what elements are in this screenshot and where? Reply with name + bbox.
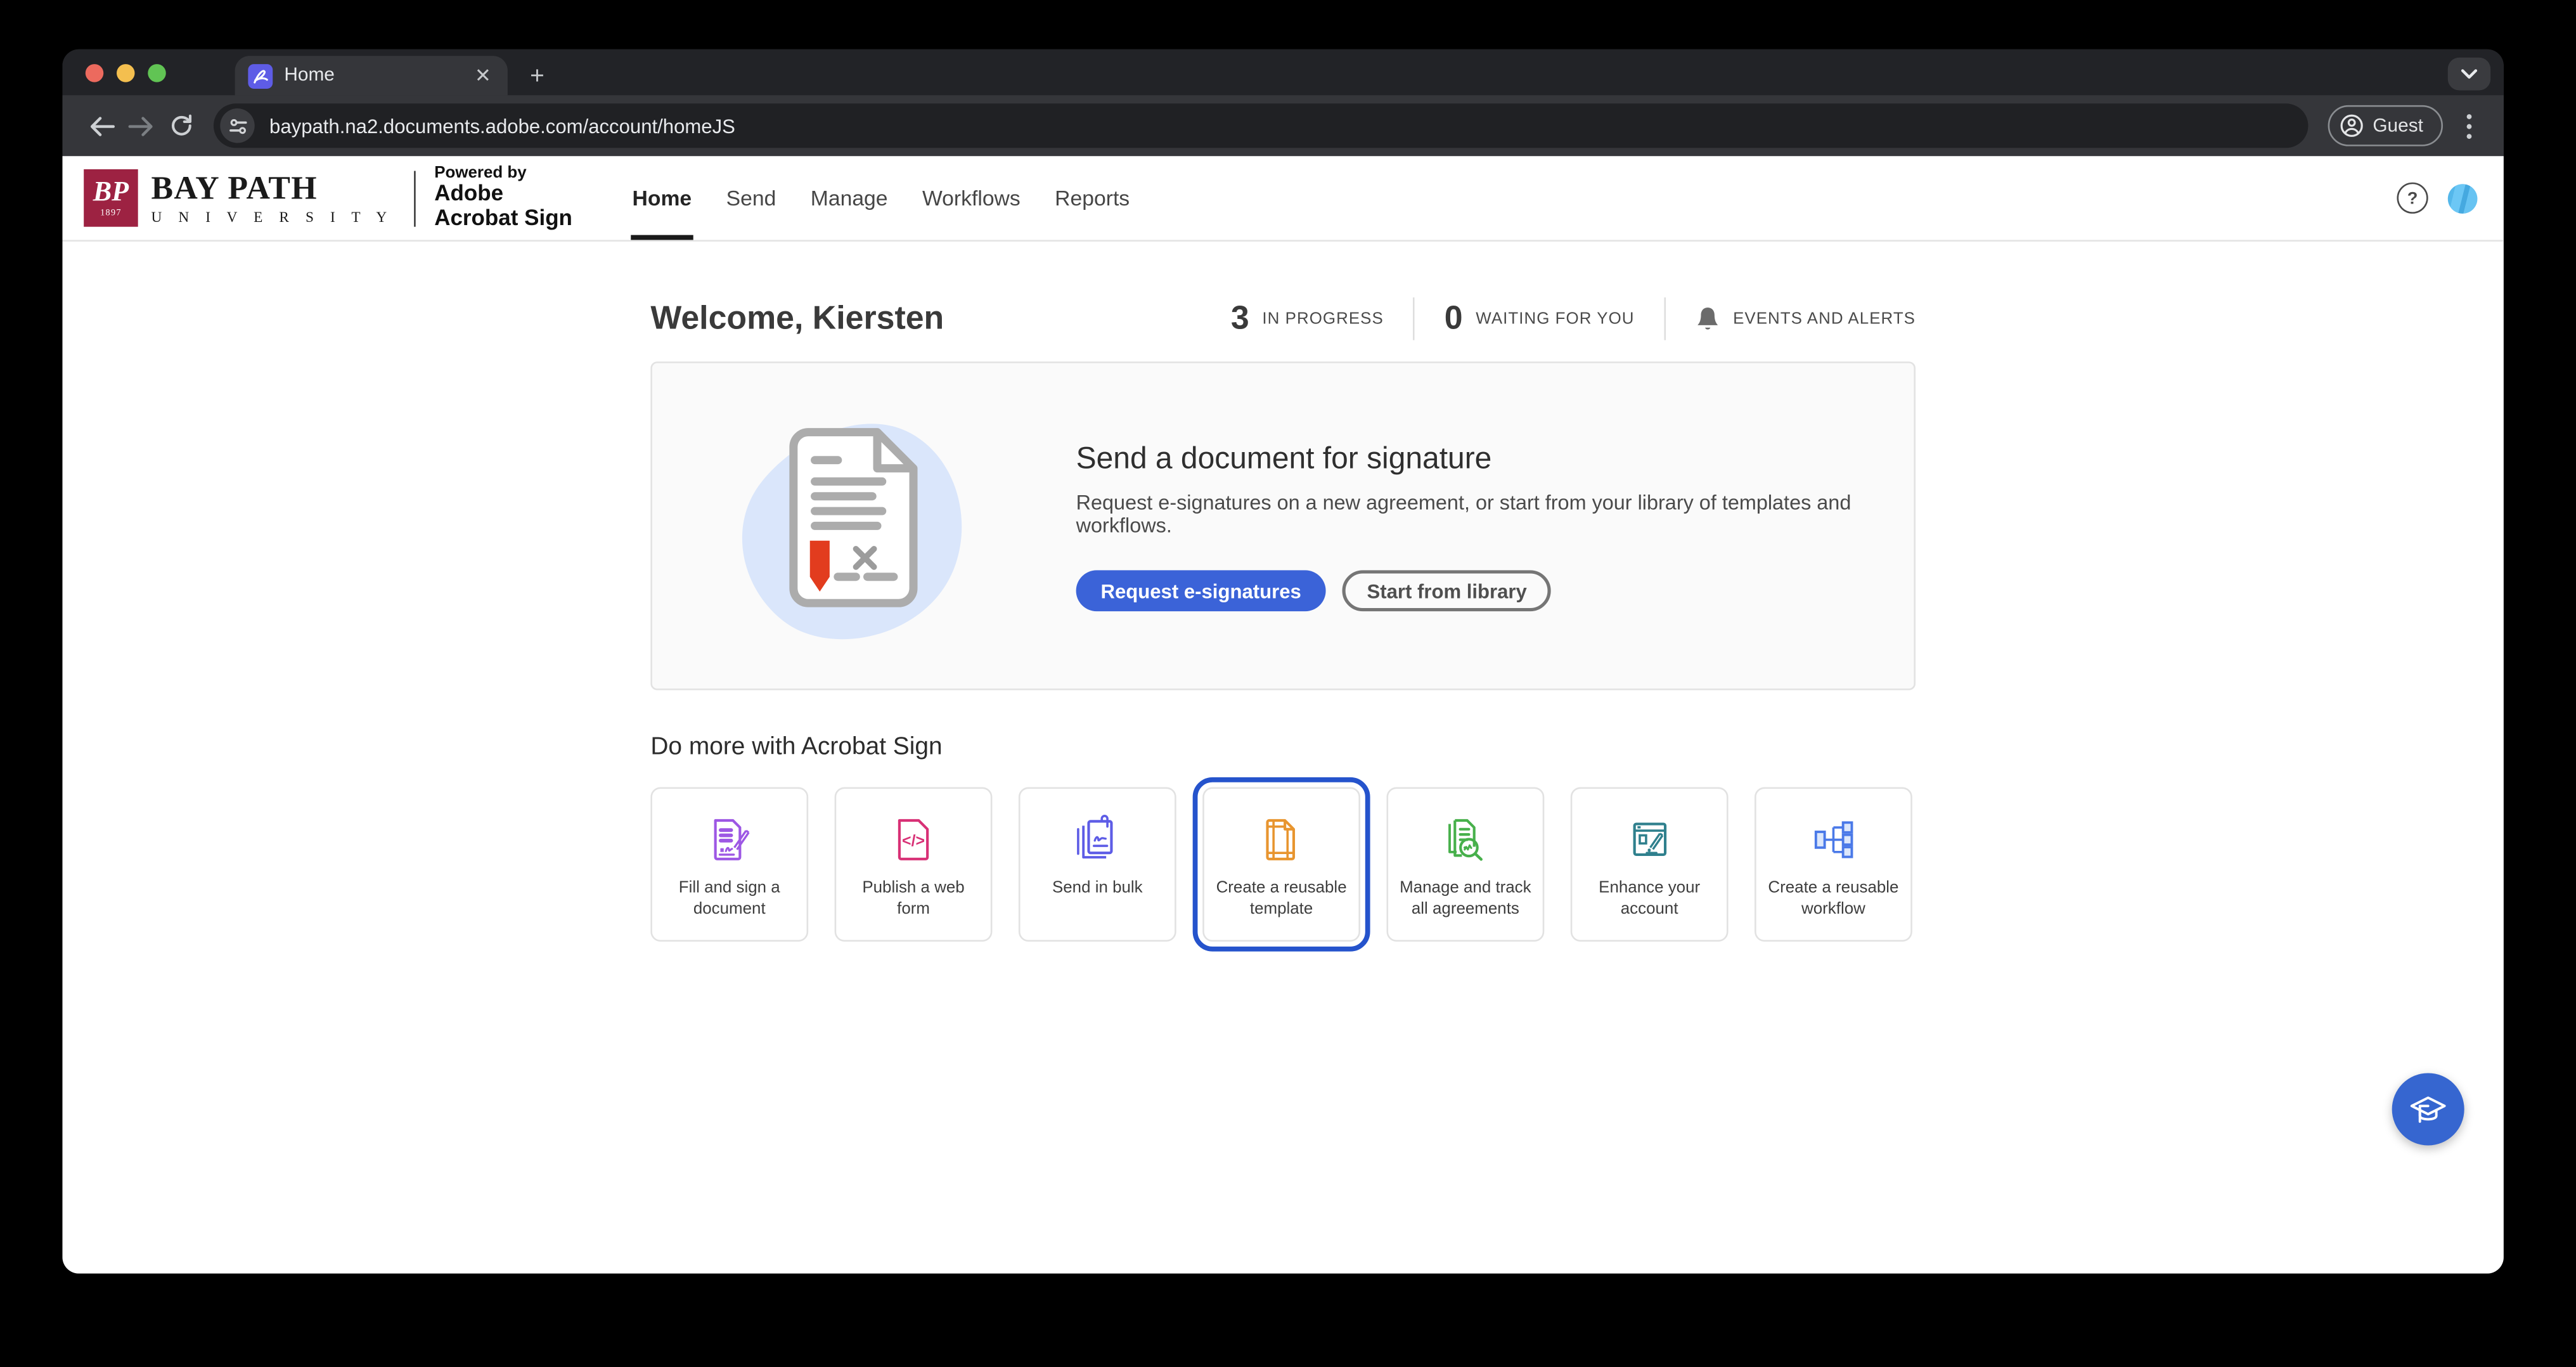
send-document-text: Send a document for signature Request e-…: [1076, 441, 1914, 612]
reusable-workflow-icon: [1807, 813, 1860, 866]
reload-icon: [169, 113, 193, 138]
card-publish-web-form[interactable]: </> Publish a web form: [835, 787, 993, 942]
nav-tab-workflows[interactable]: Workflows: [905, 156, 1038, 240]
start-from-library-button[interactable]: Start from library: [1343, 570, 1552, 611]
home-page: Welcome, Kiersten 3 IN PROGRESS 0 WAITIN…: [650, 297, 1916, 942]
browser-menu-button[interactable]: [2454, 106, 2484, 145]
do-more-cards: Fill and sign a document </> Publish a w…: [650, 787, 1916, 942]
browser-tab-strip: Home ✕ +: [62, 49, 2503, 96]
enhance-account-icon: [1623, 813, 1676, 866]
window-controls: [62, 49, 192, 96]
web-form-icon: </>: [887, 813, 940, 866]
baypath-wordmark: BAY PATH U N I V E R S I T Y: [151, 172, 393, 224]
stat-in-progress[interactable]: 3 IN PROGRESS: [1231, 300, 1384, 338]
nav-tab-home[interactable]: Home: [615, 156, 709, 240]
baypath-year: 1897: [100, 209, 122, 219]
page-content: BP 1897 BAY PATH U N I V E R S I T Y Pow…: [62, 156, 2503, 1273]
do-more-heading: Do more with Acrobat Sign: [650, 733, 1916, 761]
screenshot-stage: Home ✕ + baypath.na2.docume: [0, 0, 2576, 1367]
card-create-reusable-workflow[interactable]: Create a reusable workflow: [1755, 787, 1912, 942]
svg-text:</>: </>: [902, 832, 925, 850]
tab-close-icon[interactable]: ✕: [472, 62, 494, 88]
nav-tab-reports[interactable]: Reports: [1038, 156, 1147, 240]
site-header: BP 1897 BAY PATH U N I V E R S I T Y Pow…: [62, 156, 2503, 242]
baypath-monogram: BP: [93, 178, 129, 205]
kebab-menu-icon: [2466, 113, 2472, 139]
chevron-down-icon: [2461, 69, 2478, 79]
back-arrow-icon: [89, 114, 115, 137]
request-esignatures-button[interactable]: Request e-signatures: [1076, 570, 1326, 611]
status-summary: 3 IN PROGRESS 0 WAITING FOR YOU EVENTS A…: [1231, 297, 1916, 340]
powered-by-block: Powered by Adobe Acrobat Sign: [434, 165, 572, 231]
forward-arrow-icon: [128, 114, 154, 137]
card-fill-and-sign[interactable]: Fill and sign a document: [650, 787, 808, 942]
send-in-bulk-icon: [1071, 813, 1124, 866]
browser-window: Home ✕ + baypath.na2.docume: [62, 49, 2503, 1274]
card-send-in-bulk[interactable]: Send in bulk: [1019, 787, 1176, 942]
bell-icon: [1695, 305, 1720, 333]
card-manage-track-agreements[interactable]: Manage and track all agreements: [1386, 787, 1544, 942]
profile-button[interactable]: Guest: [2328, 105, 2443, 146]
help-icon[interactable]: ?: [2397, 183, 2428, 214]
forward-button[interactable]: [122, 106, 161, 145]
fill-and-sign-icon: [703, 813, 756, 866]
card-create-reusable-template[interactable]: Create a reusable template: [1202, 787, 1360, 942]
baypath-logo: BP 1897: [84, 169, 138, 227]
graduation-cap-icon: [2407, 1088, 2449, 1131]
site-settings-button[interactable]: [220, 108, 254, 143]
track-agreements-icon: [1439, 813, 1491, 866]
browser-tab-home[interactable]: Home ✕: [235, 56, 508, 95]
guest-avatar-icon: [2340, 113, 2365, 138]
learning-assistant-button[interactable]: [2392, 1073, 2464, 1145]
acrobat-favicon-icon: [248, 63, 273, 88]
welcome-row: Welcome, Kiersten 3 IN PROGRESS 0 WAITIN…: [650, 297, 1916, 340]
reload-button[interactable]: [161, 106, 200, 145]
zoom-window-button[interactable]: [148, 63, 166, 82]
browser-toolbar: baypath.na2.documents.adobe.com/account/…: [62, 95, 2503, 156]
send-document-card: Send a document for signature Request e-…: [650, 361, 1916, 690]
reusable-template-icon: [1255, 813, 1308, 866]
user-avatar[interactable]: [2448, 183, 2478, 213]
stat-divider: [1413, 297, 1415, 340]
tab-title: Home: [284, 66, 471, 86]
tab-search-chevron-button[interactable]: [2448, 58, 2490, 91]
document-signature-illustration: [714, 391, 994, 661]
hero-title: Send a document for signature: [1076, 441, 1914, 477]
stat-events-and-alerts[interactable]: EVENTS AND ALERTS: [1695, 305, 1916, 333]
card-enhance-account[interactable]: Enhance your account: [1571, 787, 1729, 942]
logo-divider: [415, 170, 416, 226]
profile-label: Guest: [2373, 116, 2423, 136]
stat-waiting-for-you[interactable]: 0 WAITING FOR YOU: [1445, 300, 1635, 338]
nav-tab-send[interactable]: Send: [709, 156, 793, 240]
back-button[interactable]: [82, 106, 122, 145]
nav-tab-manage[interactable]: Manage: [794, 156, 905, 240]
stat-divider: [1664, 297, 1666, 340]
hero-description: Request e-signatures on a new agreement,…: [1076, 491, 1914, 538]
header-right: ?: [2397, 183, 2477, 214]
page-title: Welcome, Kiersten: [650, 300, 944, 338]
close-window-button[interactable]: [86, 63, 104, 82]
main-nav: Home Send Manage Workflows Reports: [615, 156, 1147, 240]
tune-icon: [228, 116, 247, 136]
minimize-window-button[interactable]: [117, 63, 135, 82]
url-text[interactable]: baypath.na2.documents.adobe.com/account/…: [269, 114, 735, 137]
new-tab-button[interactable]: +: [517, 56, 557, 95]
url-bar[interactable]: baypath.na2.documents.adobe.com/account/…: [214, 103, 2309, 148]
